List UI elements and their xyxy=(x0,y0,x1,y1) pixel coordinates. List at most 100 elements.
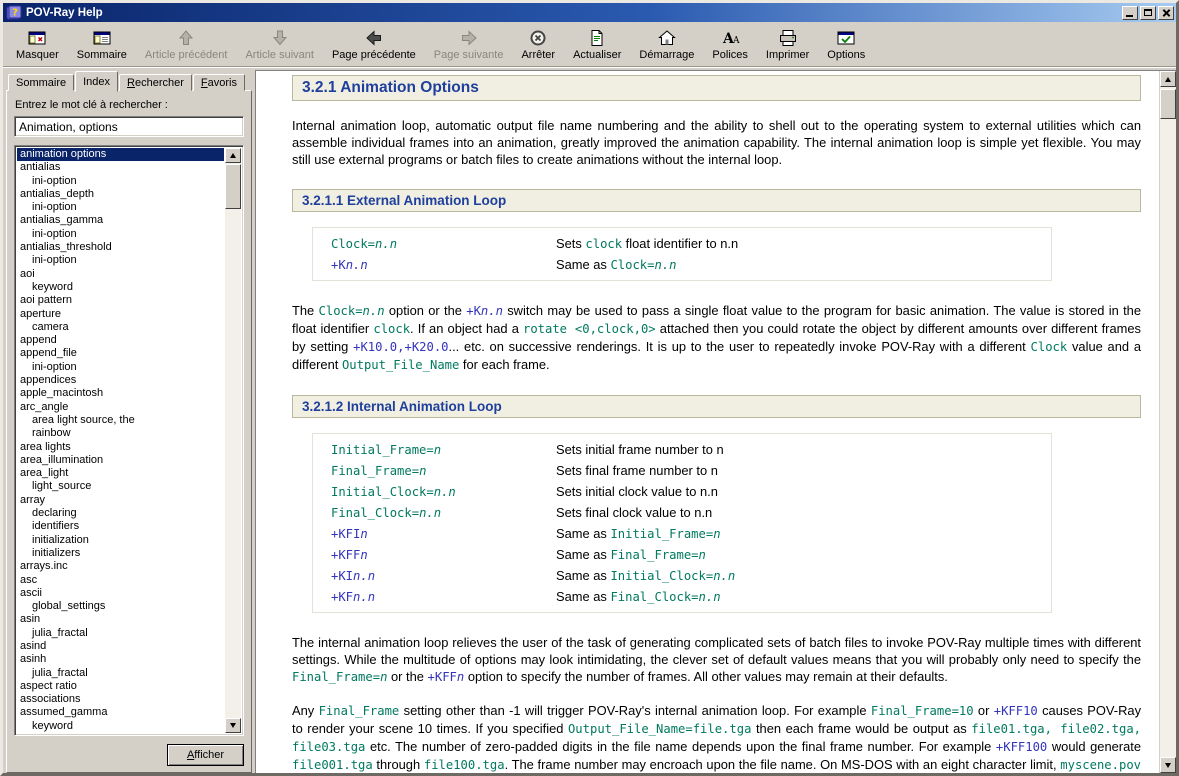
options-window-icon xyxy=(836,28,856,48)
index-list-item[interactable]: antialias xyxy=(17,161,224,174)
keyword-search-label: Entrez le mot clé à rechercher : xyxy=(15,99,244,111)
toolbar-button-next-article[interactable]: Article suivant xyxy=(236,24,322,65)
arrow-up-icon xyxy=(230,153,236,158)
index-list-item[interactable]: append xyxy=(17,334,224,347)
index-list-item[interactable]: initializers xyxy=(17,547,224,560)
keyword-search-input[interactable] xyxy=(14,116,244,137)
arrow-left-icon xyxy=(364,28,384,48)
content-scrollbar[interactable] xyxy=(1159,71,1176,773)
index-list-item[interactable]: aspect ratio xyxy=(17,680,224,693)
toolbar-button-home[interactable]: Démarrage xyxy=(630,24,703,65)
index-list-item[interactable]: aoi pattern xyxy=(17,294,224,307)
toolbar-button-refresh[interactable]: Actualiser xyxy=(564,24,630,65)
paragraph: The Clock=n.n option or the +Kn.n switch… xyxy=(292,302,1141,374)
index-list-item[interactable]: array xyxy=(17,494,224,507)
minimize-button[interactable] xyxy=(1122,6,1138,20)
display-button[interactable]: Afficher xyxy=(167,744,244,766)
maximize-button[interactable] xyxy=(1140,6,1156,20)
index-list-item[interactable]: animation options xyxy=(17,148,224,161)
tab-index[interactable]: Index xyxy=(75,71,118,92)
toolbar-button-previous-article[interactable]: Article précédent xyxy=(136,24,237,65)
index-list: animation optionsantialiasini-optionanti… xyxy=(17,148,224,733)
tab-favoris[interactable]: Favoris xyxy=(193,74,245,91)
index-list-item[interactable]: keyword xyxy=(17,720,224,733)
toolbar-button-options[interactable]: Options xyxy=(818,24,874,65)
scrollbar-thumb[interactable] xyxy=(225,164,241,209)
index-listbox: animation optionsantialiasini-optionanti… xyxy=(14,145,244,736)
maximize-icon xyxy=(1144,9,1152,16)
index-list-scrollbar[interactable] xyxy=(225,148,241,733)
index-list-item[interactable]: assumed_gamma xyxy=(17,706,224,719)
index-list-item[interactable]: julia_fractal xyxy=(17,627,224,640)
toolbar-button-previous-page[interactable]: Page précédente xyxy=(323,24,425,65)
index-list-item[interactable]: antialias_depth xyxy=(17,188,224,201)
index-list-item[interactable]: rainbow xyxy=(17,427,224,440)
help-window: ? POV-Ray Help Masquer xyxy=(0,0,1179,776)
index-list-item[interactable]: keyword xyxy=(17,281,224,294)
toolbar-button-contents[interactable]: Sommaire xyxy=(68,24,136,65)
index-list-item[interactable]: asin xyxy=(17,613,224,626)
index-list-item[interactable]: arrays.inc xyxy=(17,560,224,573)
toolbar-button-stop[interactable]: Arrêter xyxy=(512,24,564,65)
option-table-row: +KFFnSame as Final_Frame=n xyxy=(331,544,1043,565)
index-list-item[interactable]: asinh xyxy=(17,653,224,666)
navigation-pane: Sommaire Index Rechercher Favoris Entrez… xyxy=(6,70,255,773)
index-list-item[interactable]: area_light xyxy=(17,467,224,480)
index-list-item[interactable]: global_settings xyxy=(17,600,224,613)
paragraph: Internal animation loop, automatic outpu… xyxy=(292,117,1141,168)
title-bar[interactable]: ? POV-Ray Help xyxy=(3,3,1176,22)
index-list-item[interactable]: area light source, the xyxy=(17,414,224,427)
toolbar-button-hide[interactable]: Masquer xyxy=(7,24,68,65)
index-list-item[interactable]: ini-option xyxy=(17,254,224,267)
index-list-item[interactable]: aperture xyxy=(17,308,224,321)
scroll-up-button[interactable] xyxy=(1160,71,1176,87)
toolbar-button-print[interactable]: Imprimer xyxy=(757,24,818,65)
index-list-item[interactable]: antialias_threshold xyxy=(17,241,224,254)
index-list-item[interactable]: appendices xyxy=(17,374,224,387)
toolbar-button-next-page[interactable]: Page suivante xyxy=(425,24,513,65)
index-list-item[interactable]: area lights xyxy=(17,441,224,454)
index-list-item[interactable]: aoi xyxy=(17,268,224,281)
options-table: Clock=n.nSets clock float identifier to … xyxy=(312,227,1052,281)
index-list-item[interactable]: antialias_gamma xyxy=(17,214,224,227)
index-list-item[interactable]: associations xyxy=(17,693,224,706)
index-list-item[interactable]: area_illumination xyxy=(17,454,224,467)
arrow-down-icon xyxy=(1165,763,1171,768)
index-list-item[interactable]: asc xyxy=(17,574,224,587)
hide-panel-icon xyxy=(27,28,47,48)
scroll-down-button[interactable] xyxy=(225,718,241,733)
index-list-item[interactable]: ini-option xyxy=(17,175,224,188)
close-button[interactable] xyxy=(1158,6,1174,20)
index-list-item[interactable]: ini-option xyxy=(17,228,224,241)
scroll-down-button[interactable] xyxy=(1160,757,1176,773)
index-list-item[interactable]: append_file xyxy=(17,347,224,360)
arrow-down-icon xyxy=(270,28,290,48)
tab-rechercher[interactable]: Rechercher xyxy=(119,74,192,91)
index-list-item[interactable]: ini-option xyxy=(17,361,224,374)
nav-tabs: Sommaire Index Rechercher Favoris xyxy=(6,70,252,91)
paragraph: The internal animation loop relieves the… xyxy=(292,634,1141,686)
index-list-item[interactable]: declaring xyxy=(17,507,224,520)
index-list-item[interactable]: apple_macintosh xyxy=(17,387,224,400)
scrollbar-thumb[interactable] xyxy=(1160,89,1176,119)
index-list-item[interactable]: camera xyxy=(17,321,224,334)
index-list-item[interactable]: arc_angle xyxy=(17,401,224,414)
arrow-up-icon xyxy=(176,28,196,48)
index-list-item[interactable]: ini-option xyxy=(17,201,224,214)
index-list-item[interactable]: julia_fractal xyxy=(17,667,224,680)
arrow-right-icon xyxy=(459,28,479,48)
tab-sommaire[interactable]: Sommaire xyxy=(8,74,74,91)
scrollbar-track[interactable] xyxy=(1160,87,1176,757)
index-list-item[interactable]: identifiers xyxy=(17,520,224,533)
index-list-item[interactable]: asind xyxy=(17,640,224,653)
option-table-row: Clock=n.nSets clock float identifier to … xyxy=(331,233,1043,254)
option-table-row: +KFInSame as Initial_Frame=n xyxy=(331,523,1043,544)
fonts-icon: A A xyxy=(720,28,740,48)
minimize-icon xyxy=(1126,15,1133,17)
topic-pane: 3.2.1 Animation Options Internal animati… xyxy=(255,70,1176,773)
index-list-item[interactable]: initialization xyxy=(17,534,224,547)
scroll-up-button[interactable] xyxy=(225,148,241,163)
index-list-item[interactable]: light_source xyxy=(17,480,224,493)
index-list-item[interactable]: ascii xyxy=(17,587,224,600)
toolbar-button-fonts[interactable]: A A Polices xyxy=(703,24,756,65)
